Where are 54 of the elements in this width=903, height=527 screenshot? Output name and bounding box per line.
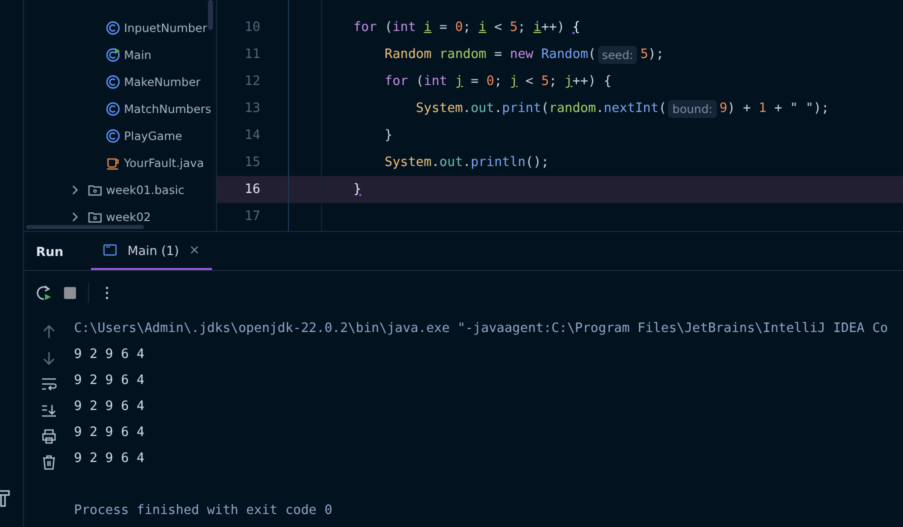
tree-item[interactable]: MakeNumber xyxy=(24,68,216,95)
console-line: 9 2 9 6 4 xyxy=(74,346,146,364)
line-number: 11 xyxy=(244,46,262,64)
hammer-icon[interactable] xyxy=(0,489,10,507)
trash-icon[interactable] xyxy=(41,454,57,470)
scroll-to-end-icon[interactable] xyxy=(41,402,57,418)
rerun-icon[interactable] xyxy=(36,285,52,301)
print-icon[interactable] xyxy=(41,428,57,444)
tree-item[interactable]: MatchNumbers xyxy=(24,95,216,122)
tree-item[interactable]: week02 xyxy=(24,203,216,230)
line-number: 15 xyxy=(244,154,262,172)
code-line: System.out.print(random.nextInt( bound: 9) + 1 + " "); xyxy=(414,98,830,120)
arrow-down-icon[interactable] xyxy=(41,350,57,366)
tree-item[interactable]: Main xyxy=(24,41,216,68)
arrow-up-icon[interactable] xyxy=(41,324,57,340)
close-icon[interactable]: × xyxy=(188,242,200,258)
line-number: 12 xyxy=(244,73,262,91)
line-number: 16 xyxy=(217,176,288,203)
scrollbar-thumb[interactable] xyxy=(26,225,144,229)
class-icon xyxy=(106,128,120,142)
class-icon xyxy=(106,102,120,116)
folder-icon xyxy=(88,182,102,196)
stop-icon[interactable] xyxy=(62,285,78,301)
class-icon xyxy=(106,20,120,34)
console-line: C:\Users\Admin\.jdks\openjdk-22.0.2\bin\java.exe "-javaagent:C:\Program Files\JetBrains\IntelliJ IDEA Co xyxy=(74,320,888,338)
class-icon xyxy=(106,74,120,88)
console-tab[interactable]: Main (1) × xyxy=(91,232,212,270)
line-number: 17 xyxy=(244,208,262,226)
code-line: for (int j = 0; j < 5; j++) { xyxy=(384,73,613,91)
class-run-icon xyxy=(106,48,120,62)
folder-icon xyxy=(88,210,102,224)
code-line: System.out.println(); xyxy=(384,154,550,172)
code-line: for (int i = 0; i < 5; i++) { xyxy=(352,19,582,37)
chevron-icon[interactable] xyxy=(70,212,80,222)
chevron-icon[interactable] xyxy=(70,184,80,194)
soft-wrap-icon[interactable] xyxy=(41,376,57,392)
console-line: 9 2 9 6 4 xyxy=(74,424,146,442)
console-icon xyxy=(103,243,118,257)
cup-icon xyxy=(106,156,120,170)
panel-title: Run xyxy=(36,242,64,260)
tree-item[interactable]: week01.basic xyxy=(24,176,216,203)
code-line: } xyxy=(384,127,394,145)
tree-item[interactable]: PlayGame xyxy=(24,122,216,149)
tree-item[interactable]: YourFault.java xyxy=(24,149,216,176)
console-line: 9 2 9 6 4 xyxy=(74,372,146,390)
code-line: Random random = new Random( seed: 5); xyxy=(384,44,665,66)
console-line: 9 2 9 6 4 xyxy=(74,450,146,468)
console-line: Process finished with exit code 0 xyxy=(74,502,334,520)
line-number: 10 xyxy=(244,19,262,37)
line-number: 14 xyxy=(244,127,262,145)
tree-item[interactable]: InpuetNumber xyxy=(24,14,216,41)
console-line: 9 2 9 6 4 xyxy=(74,398,146,416)
scrollbar-thumb[interactable] xyxy=(208,0,213,30)
line-number: 13 xyxy=(244,100,262,118)
